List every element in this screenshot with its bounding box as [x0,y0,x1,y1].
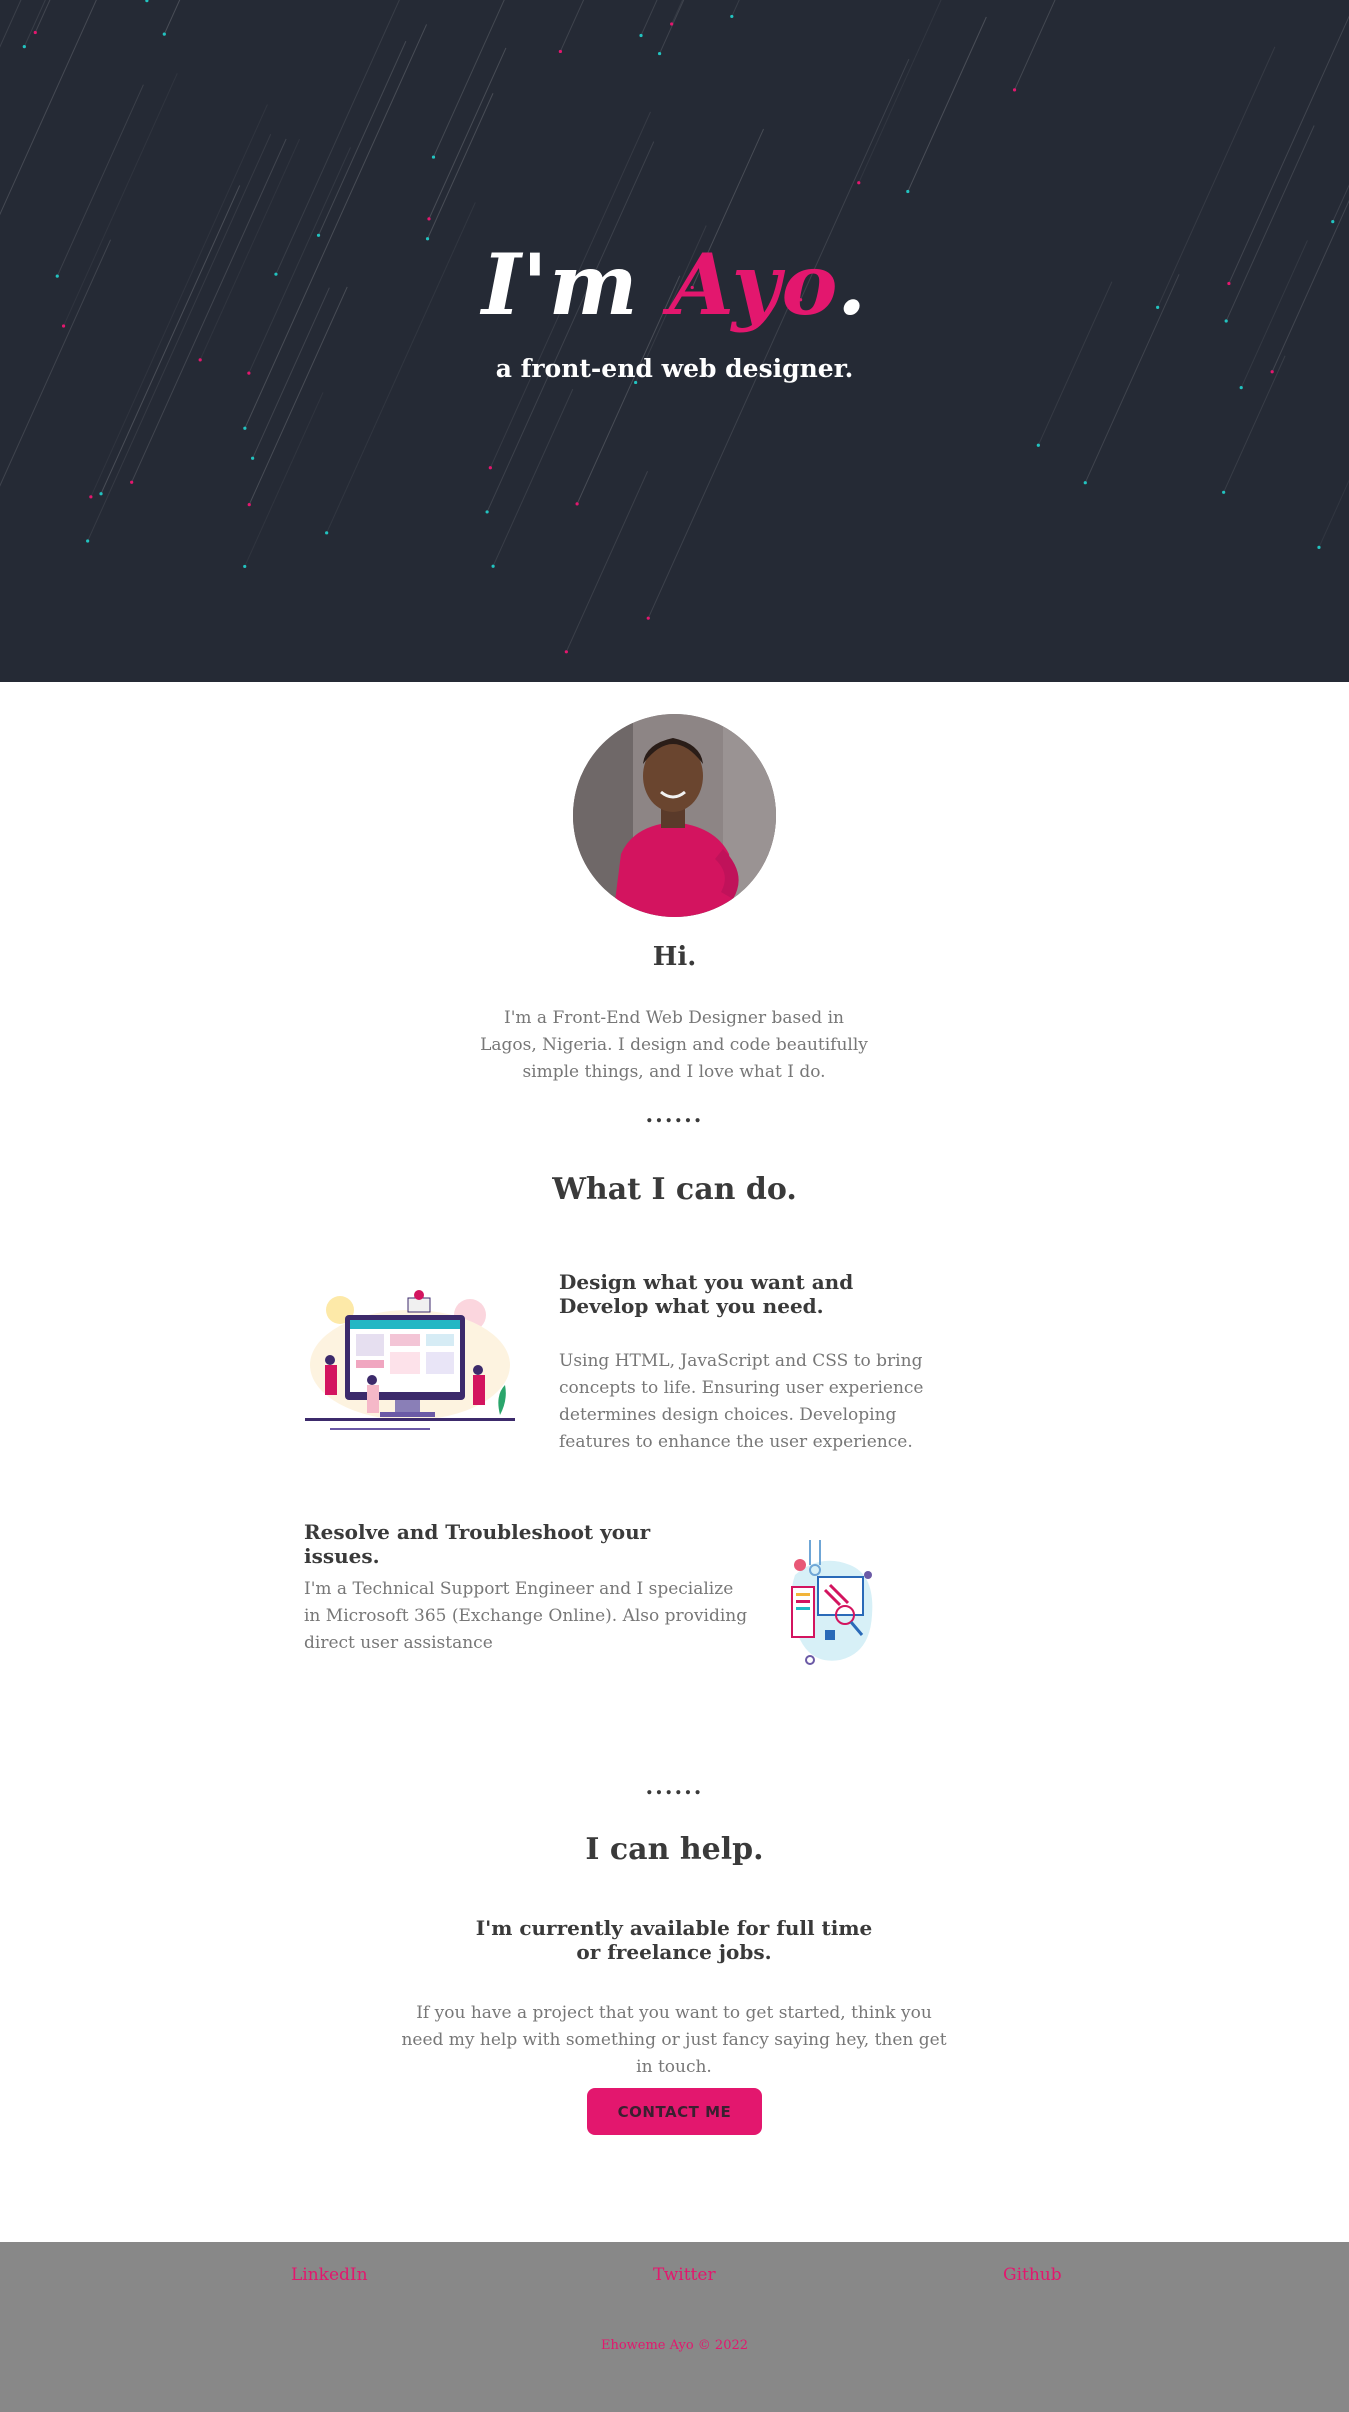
avatar [573,714,776,917]
skill-title-support: Resolve and Troubleshoot your issues. [304,1520,651,1568]
web-design-illustration [300,1290,520,1440]
tech-support-illustration [780,1535,880,1675]
section-divider-2: ...... [645,1774,704,1800]
skill-text-design: Using HTML, JavaScript and CSS to bring … [559,1351,924,1452]
about-text: I'm a Front-End Web Designer based in La… [480,1008,868,1082]
footer-link-twitter[interactable]: Twitter [653,2265,716,2285]
hero-section: I'm Ayo. a front-end web designer. [0,0,1349,682]
hero-greeting: I'm [481,235,639,334]
skill-title-design: Design what you want and Develop what yo… [559,1270,854,1318]
hero-background-rain [0,0,1349,654]
skill-text-support: I'm a Technical Support Engineer and I s… [304,1579,748,1653]
section-divider: ...... [645,1102,704,1128]
skills-heading: What I can do. [552,1172,797,1207]
contact-me-button[interactable]: CONTACT ME [587,2088,762,2135]
help-heading: I can help. [585,1832,764,1867]
footer-link-github[interactable]: Github [1003,2265,1062,2285]
hero-name: Ayo [668,235,838,334]
footer-link-linkedin[interactable]: LinkedIn [291,2265,368,2285]
copyright: Ehoweme Ayo © 2022 [600,2338,749,2353]
about-heading: Hi. [652,942,697,972]
hero-subtitle: a front-end web designer. [495,354,854,383]
availability-heading: I'm currently available for full time or… [475,1916,873,1964]
hero-title: I'm Ayo. [0,235,1349,334]
help-text: If you have a project that you want to g… [401,2003,947,2077]
hero-period: . [837,235,868,334]
